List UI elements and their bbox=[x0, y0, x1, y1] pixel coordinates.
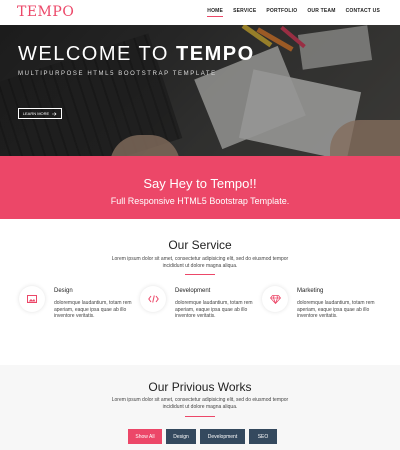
learn-more-label: LEARN MORE bbox=[22, 111, 50, 116]
service-title: Development bbox=[175, 288, 211, 294]
learn-more-button[interactable]: LEARN MORE bbox=[18, 108, 62, 119]
image-icon bbox=[27, 295, 37, 303]
banner-subtitle: Full Responsive HTML5 Bootstrap Template… bbox=[110, 196, 290, 206]
service-title: Marketing bbox=[297, 288, 324, 294]
nav-item-contact-us[interactable]: CONTACT US bbox=[346, 8, 380, 17]
filter-show-all-button[interactable]: Show All bbox=[128, 429, 162, 444]
banner-title: Say Hey to Tempo!! bbox=[143, 176, 257, 191]
filter-seo-button[interactable]: SEO bbox=[249, 429, 277, 444]
service-title: Design bbox=[54, 288, 73, 294]
navbar: TEMPO HOME SERVICE PORTFOLIO OUR TEAM CO… bbox=[0, 0, 400, 25]
works-description: Lorem ipsum dolor sit amet, consectetur … bbox=[111, 397, 289, 410]
service-text: doloremque laudantium, totam rem aperiam… bbox=[54, 300, 132, 319]
filter-development-button[interactable]: Development bbox=[200, 429, 245, 444]
services-description: Lorem ipsum dolor sit amet, consectetur … bbox=[111, 256, 289, 269]
nav-item-our-team[interactable]: OUR TEAM bbox=[307, 8, 335, 17]
service-text: doloremque laudantium, totam rem aperiam… bbox=[297, 300, 375, 319]
nav-item-portfolio[interactable]: PORTFOLIO bbox=[266, 8, 297, 17]
code-icon bbox=[147, 295, 159, 303]
service-text: doloremque laudantium, totam rem aperiam… bbox=[175, 300, 253, 319]
hero-title-light: WELCOME TO bbox=[18, 43, 177, 65]
nav-item-home[interactable]: HOME bbox=[207, 8, 224, 17]
service-icon-wrap bbox=[140, 286, 166, 312]
hero-title-bold: TEMPO bbox=[176, 43, 255, 65]
logo[interactable]: TEMPO bbox=[17, 4, 74, 20]
services-title-underline bbox=[185, 274, 215, 275]
diamond-icon bbox=[269, 294, 281, 304]
banner-section: Say Hey to Tempo!! Full Responsive HTML5… bbox=[0, 156, 400, 219]
arrow-right-icon bbox=[52, 111, 57, 116]
filter-design-button[interactable]: Design bbox=[166, 429, 196, 444]
hero-subtitle: MULTIPURPOSE HTML5 BOOTSTRAP TEMPLATE bbox=[18, 71, 217, 77]
works-title-underline bbox=[185, 416, 215, 417]
hero-title: WELCOME TO TEMPO bbox=[18, 43, 255, 66]
services-title: Our Service bbox=[168, 238, 232, 252]
works-filter-bar: Show All Design Development SEO bbox=[128, 429, 277, 444]
nav-item-service[interactable]: SERVICE bbox=[233, 8, 256, 17]
service-icon-wrap bbox=[19, 286, 45, 312]
nav-menu: HOME SERVICE PORTFOLIO OUR TEAM CONTACT … bbox=[207, 8, 380, 17]
works-title: Our Privious Works bbox=[148, 380, 252, 394]
service-icon-wrap bbox=[262, 286, 288, 312]
hero-section: WELCOME TO TEMPO MULTIPURPOSE HTML5 BOOT… bbox=[0, 25, 400, 156]
